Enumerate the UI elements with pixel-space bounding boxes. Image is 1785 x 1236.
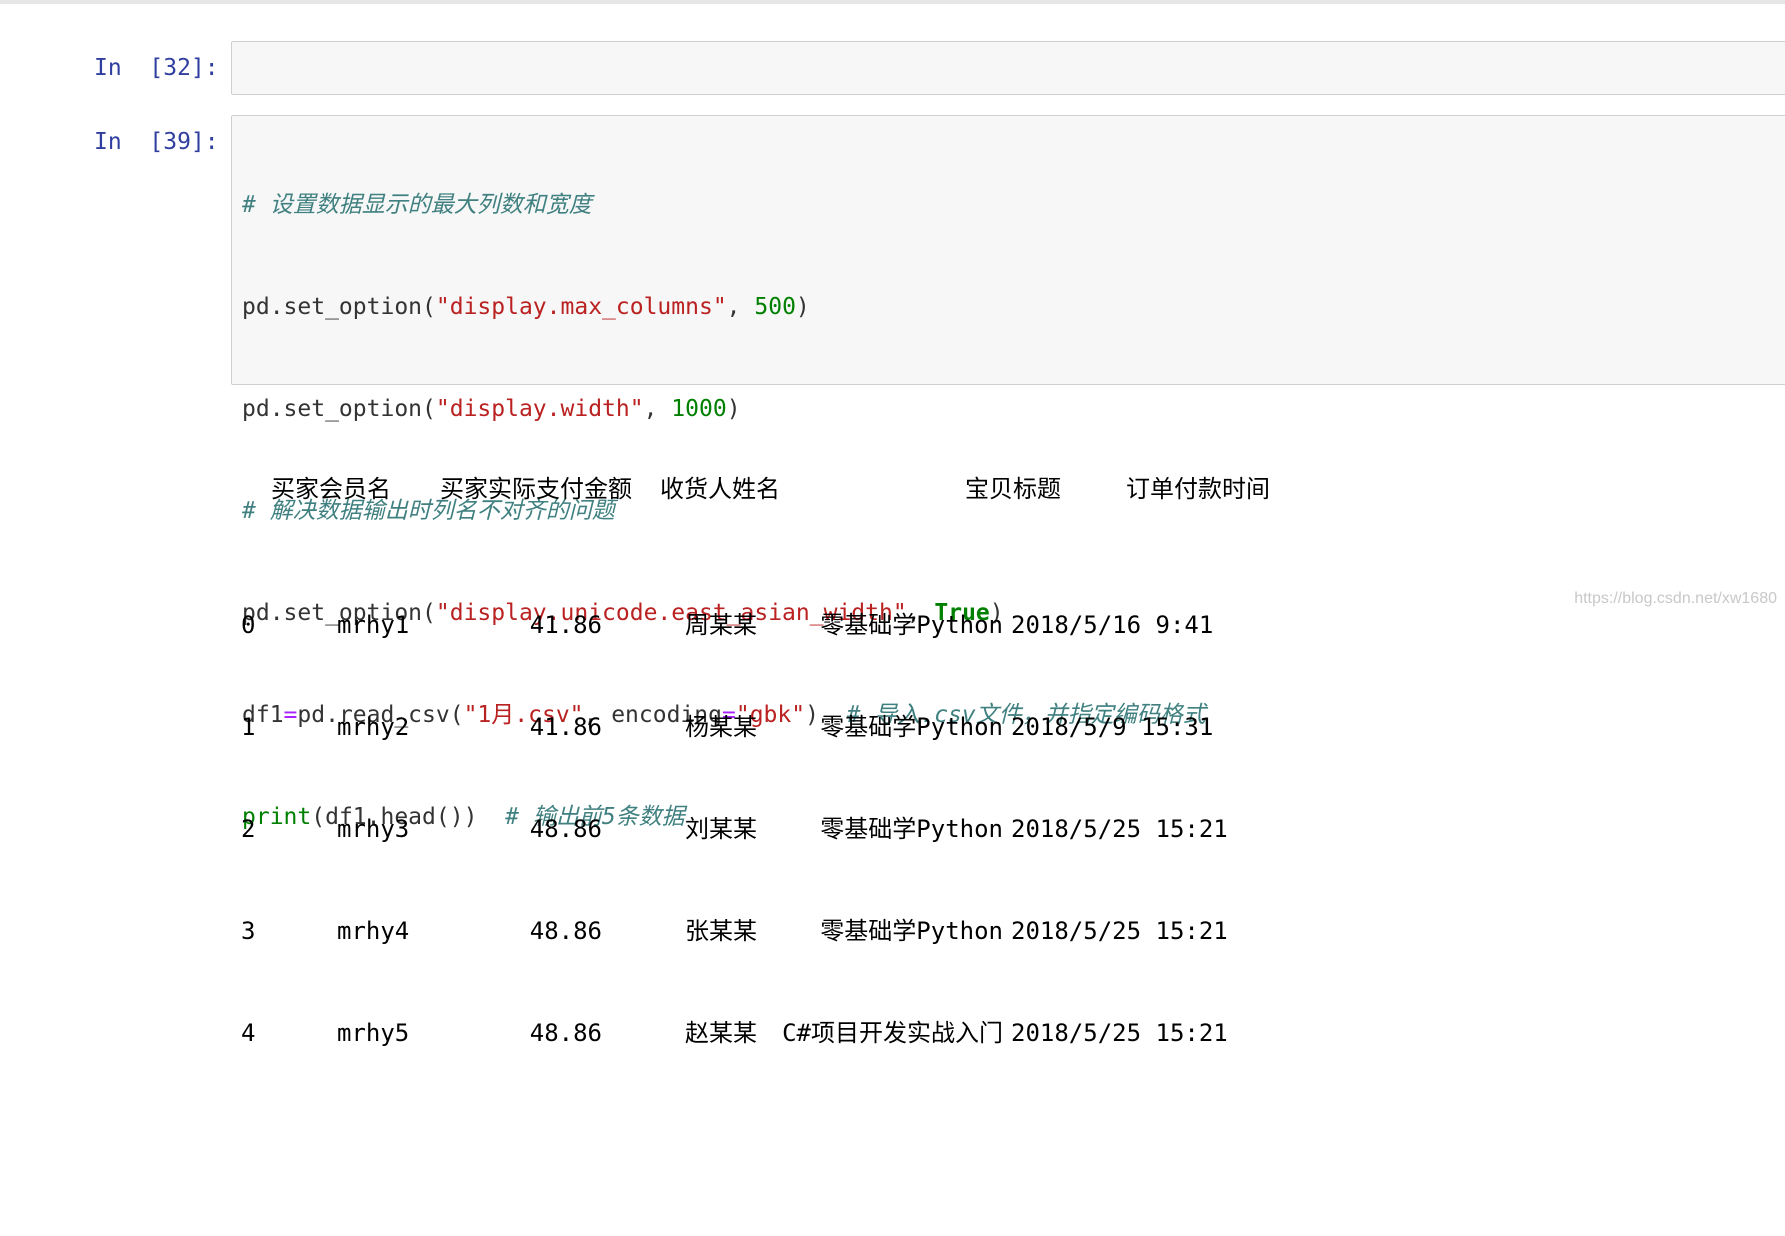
cell-value: 零基础学Python	[761, 812, 1003, 846]
cell-value: mrhy5	[337, 1016, 409, 1050]
watermark: https://blog.csdn.net/xw1680	[1574, 590, 1777, 608]
cell-1-prompt: In [32]:	[94, 51, 218, 85]
code-token: # 设置数据显示的最大列数和宽度	[242, 192, 592, 218]
cell-2-prompt: In [39]:	[94, 125, 218, 159]
cell-value: 2018/5/25 15:21	[1011, 812, 1211, 846]
code-token: )	[796, 294, 810, 320]
output-row: 1 mrhy2 41.86 杨某某 零基础学Python 2018/5/9 15…	[241, 710, 1441, 744]
code-line: pd.set_option("display.max_columns", 500…	[242, 290, 1206, 324]
cell-value: mrhy2	[337, 710, 409, 744]
code-token: ,	[727, 294, 755, 320]
column-header: 订单付款时间	[1126, 472, 1270, 506]
cell-value: mrhy1	[337, 608, 409, 642]
cell-value: 2018/5/16 9:41	[1011, 608, 1211, 642]
output-row: 3 mrhy4 48.86 张某某 零基础学Python 2018/5/25 1…	[241, 914, 1441, 948]
cell-1-input-area[interactable]: import pandas as pd # 导入pandas模块	[231, 41, 1785, 95]
cell-value: mrhy3	[337, 812, 409, 846]
output-row: 0 mrhy1 41.86 周某某 零基础学Python 2018/5/16 9…	[241, 608, 1441, 642]
cell-value: 周某某	[641, 608, 757, 642]
cell-value: mrhy4	[337, 914, 409, 948]
row-index: 0	[241, 608, 255, 642]
code-token: pd.set_option(	[242, 294, 436, 320]
output-header-row: 买家会员名 买家实际支付金额 收货人姓名 宝贝标题 订单付款时间	[241, 472, 1441, 506]
column-header: 买家会员名	[271, 472, 391, 506]
code-token: "display.max_columns"	[436, 294, 727, 320]
notebook-top-border	[0, 0, 1785, 4]
cell-value: 48.86	[481, 812, 602, 846]
cell-value: 48.86	[481, 914, 602, 948]
code-cell-1[interactable]: In [32]: import pandas as pd # 导入pandas模…	[0, 41, 1785, 95]
cell-2-output: 买家会员名 买家实际支付金额 收货人姓名 宝贝标题 订单付款时间 0 mrhy1…	[241, 404, 1441, 1084]
cell-2-input-area[interactable]: # 设置数据显示的最大列数和宽度 pd.set_option("display.…	[231, 115, 1785, 385]
output-row: 2 mrhy3 48.86 刘某某 零基础学Python 2018/5/25 1…	[241, 812, 1441, 846]
column-header: 宝贝标题	[965, 472, 1061, 506]
cell-value: 零基础学Python	[761, 914, 1003, 948]
row-index: 1	[241, 710, 255, 744]
cell-value: C#项目开发实战入门	[761, 1016, 1003, 1050]
cell-value: 2018/5/25 15:21	[1011, 914, 1211, 948]
cell-value: 刘某某	[641, 812, 757, 846]
cell-value: 41.86	[481, 710, 602, 744]
cell-value: 41.86	[481, 608, 602, 642]
cell-value: 2018/5/25 15:21	[1011, 1016, 1211, 1050]
column-header: 收货人姓名	[660, 472, 780, 506]
row-index: 3	[241, 914, 255, 948]
cell-value: 杨某某	[641, 710, 757, 744]
code-cell-2[interactable]: In [39]: # 设置数据显示的最大列数和宽度 pd.set_option(…	[0, 115, 1785, 385]
cell-value: 赵某某	[641, 1016, 757, 1050]
cell-value: 48.86	[481, 1016, 602, 1050]
output-row: 4 mrhy5 48.86 赵某某 C#项目开发实战入门 2018/5/25 1…	[241, 1016, 1441, 1050]
cell-value: 零基础学Python	[761, 608, 1003, 642]
cell-value: 张某某	[641, 914, 757, 948]
column-header: 买家实际支付金额	[440, 472, 632, 506]
cell-value: 2018/5/9 15:31	[1011, 710, 1211, 744]
row-index: 2	[241, 812, 255, 846]
row-index: 4	[241, 1016, 255, 1050]
code-token: 500	[754, 294, 796, 320]
cell-value: 零基础学Python	[761, 710, 1003, 744]
code-line: # 设置数据显示的最大列数和宽度	[242, 188, 1206, 222]
